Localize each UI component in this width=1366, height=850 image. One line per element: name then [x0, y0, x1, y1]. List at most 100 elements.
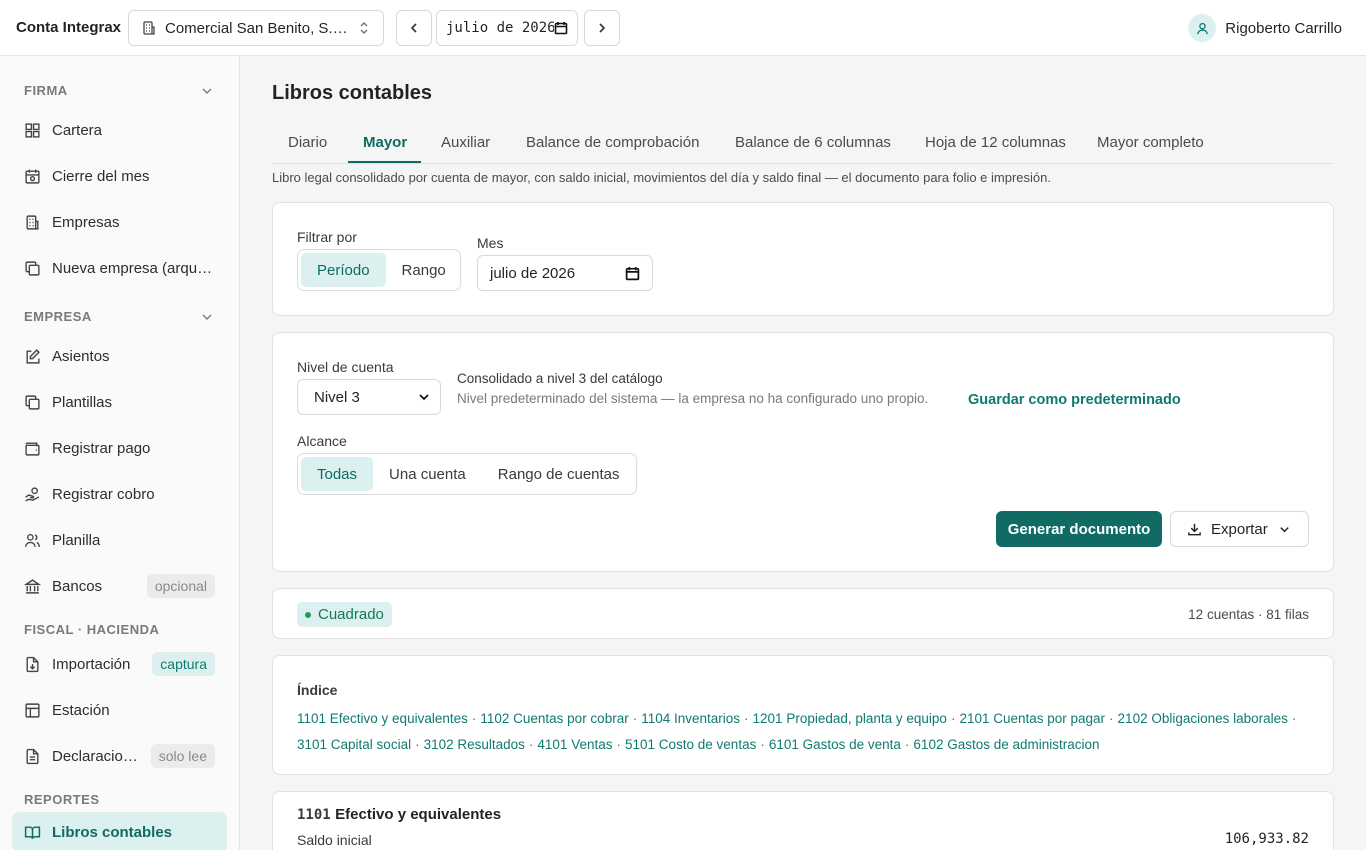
user-menu[interactable]: Rigoberto Carrillo — [1188, 14, 1342, 42]
scope-option-rango-cuentas[interactable]: Rango de cuentas — [482, 457, 636, 491]
export-label: Exportar — [1211, 520, 1268, 538]
sidebar: FIRMA Cartera Cierre del mes Empresas Nu… — [0, 56, 240, 850]
tab-balance-6-columnas[interactable]: Balance de 6 columnas — [735, 134, 891, 151]
sidebar-item-cartera[interactable]: Cartera — [12, 110, 227, 150]
filter-card: Filtrar por Período Rango Mes julio de 2… — [272, 202, 1334, 316]
sidebar-item-nueva-empresa[interactable]: Nueva empresa (arque… — [12, 248, 227, 288]
top-bar: Conta Integrax Comercial San Benito, S.…… — [0, 0, 1366, 56]
sidebar-item-empresas[interactable]: Empresas — [12, 202, 227, 242]
index-link[interactable]: 1101 Efectivo y equivalentes — [297, 711, 468, 726]
file-text-icon — [26, 748, 39, 764]
next-month-button[interactable] — [584, 10, 620, 46]
account-heading: 1101 Efectivo y equivalentes — [297, 806, 501, 824]
scope-option-una-cuenta[interactable]: Una cuenta — [373, 457, 482, 491]
status-card: Cuadrado 12 cuentas · 81 filas — [272, 588, 1334, 639]
sidebar-item-cierre-del-mes[interactable]: Cierre del mes — [12, 156, 227, 196]
optional-badge: opcional — [146, 574, 215, 598]
hand-coins-icon — [25, 486, 40, 501]
account-code: 1101 — [297, 807, 331, 823]
tab-balance-comprobacion[interactable]: Balance de comprobación — [526, 134, 699, 151]
sidebar-item-registrar-cobro[interactable]: Registrar cobro — [12, 474, 227, 514]
tab-diario[interactable]: Diario — [288, 134, 327, 151]
copy-icon — [25, 260, 40, 276]
filter-option-periodo[interactable]: Período — [301, 253, 386, 287]
scope-option-todas[interactable]: Todas — [301, 457, 374, 491]
section-empresa[interactable]: EMPRESA — [24, 309, 214, 324]
status-dot — [305, 611, 311, 618]
index-link[interactable]: 3102 Resultados — [424, 737, 525, 752]
opening-balance-value: 106,933.82 — [1224, 831, 1309, 847]
sidebar-item-registrar-pago[interactable]: Registrar pago — [12, 428, 227, 468]
generate-document-button[interactable]: Generar documento — [996, 511, 1162, 547]
section-fiscal-hacienda: FISCAL · HACIENDA — [24, 622, 160, 637]
company-name: Comercial San Benito, S.… — [165, 19, 348, 37]
index-link[interactable]: 6102 Gastos de administracion — [913, 737, 1099, 752]
tab-mayor[interactable]: Mayor — [363, 134, 407, 151]
level-select[interactable]: Nivel 3 — [297, 379, 441, 415]
tab-auxiliar[interactable]: Auxiliar — [441, 134, 490, 151]
user-icon — [1196, 22, 1208, 34]
calendar-icon — [554, 22, 568, 35]
section-reportes: REPORTES — [24, 792, 100, 807]
sidebar-item-plantillas[interactable]: Plantillas — [12, 382, 227, 422]
company-selector[interactable]: Comercial San Benito, S.… — [128, 10, 384, 46]
building-icon — [143, 21, 155, 35]
index-link[interactable]: 6101 Gastos de venta — [769, 737, 901, 752]
download-icon — [1188, 523, 1201, 535]
level-value: Nivel 3 — [314, 388, 360, 406]
index-link[interactable]: 1104 Inventarios — [641, 711, 740, 726]
tab-bar: Diario Mayor Auxiliar Balance de comprob… — [272, 122, 1334, 164]
sidebar-item-bancos[interactable]: Bancos opcional — [12, 566, 227, 606]
section-firma[interactable]: FIRMA — [24, 83, 214, 98]
read-only-badge: solo lee — [150, 744, 215, 768]
bank-icon — [24, 578, 41, 594]
index-link[interactable]: 1201 Propiedad, planta y equipo — [753, 711, 947, 726]
scope-toggle: Todas Una cuenta Rango de cuentas — [297, 453, 637, 495]
options-card: Nivel de cuenta Nivel 3 Consolidado a ni… — [272, 332, 1334, 572]
index-links: 1101 Efectivo y equivalentes · 1102 Cuenta… — [297, 711, 1297, 752]
index-link[interactable]: 5101 Costo de ventas — [625, 737, 756, 752]
tab-mayor-completo[interactable]: Mayor completo — [1097, 134, 1204, 151]
previous-month-button[interactable] — [396, 10, 432, 46]
export-button[interactable]: Exportar — [1170, 511, 1309, 547]
scope-label: Alcance — [297, 433, 347, 449]
row-counts: 12 cuentas · 81 filas — [1188, 607, 1309, 622]
page-description: Libro legal consolidado por cuenta de ma… — [272, 170, 1051, 185]
users-icon — [24, 533, 41, 547]
filter-option-rango[interactable]: Rango — [386, 253, 462, 287]
active-tab-indicator — [348, 161, 421, 163]
index-link[interactable]: 2102 Obligaciones laborales — [1118, 711, 1288, 726]
top-month-input[interactable]: julio de 2026 — [436, 10, 578, 46]
chevron-down-icon — [202, 88, 212, 94]
status-text: Cuadrado — [318, 606, 384, 623]
index-link[interactable]: 2101 Cuentas por pagar — [959, 711, 1105, 726]
sidebar-item-planilla[interactable]: Planilla — [12, 520, 227, 560]
calendar-icon — [25, 169, 40, 184]
wallet-icon — [25, 441, 40, 456]
book-open-icon — [24, 825, 41, 839]
building-icon — [26, 214, 39, 230]
sidebar-item-importacion[interactable]: Importación captura — [12, 644, 227, 684]
save-default-link[interactable]: Guardar como predeterminado — [968, 392, 1181, 408]
index-link[interactable]: 3101 Capital social — [297, 737, 411, 752]
month-value: julio de 2026 — [490, 264, 576, 282]
month-input[interactable]: julio de 2026 — [477, 255, 653, 291]
main-content: Libros contables Diario Mayor Auxiliar B… — [240, 56, 1366, 850]
level-note-title: Consolidado a nivel 3 del catálogo — [457, 371, 663, 386]
account-name: Efectivo y equivalentes — [335, 806, 502, 823]
level-note-subtitle: Nivel predeterminado del sistema — la em… — [457, 391, 929, 406]
table-icon — [25, 702, 40, 718]
sidebar-item-asientos[interactable]: Asientos — [12, 336, 227, 376]
file-import-icon — [26, 656, 39, 672]
sidebar-item-estacion[interactable]: Estación — [12, 690, 227, 730]
index-link[interactable]: 1102 Cuentas por cobrar — [480, 711, 628, 726]
index-link[interactable]: 4101 Ventas — [537, 737, 612, 752]
sidebar-item-declaraciones[interactable]: Declaracio… solo lee — [12, 736, 227, 776]
index-card: Índice 1101 Efectivo y equivalentes · 1102… — [272, 655, 1334, 775]
user-name: Rigoberto Carrillo — [1225, 19, 1342, 37]
chevron-down-icon — [202, 314, 212, 320]
sidebar-item-libros-contables[interactable]: Libros contables — [12, 812, 227, 850]
chevron-right-icon — [599, 23, 606, 33]
page-title: Libros contables — [272, 82, 433, 104]
tab-hoja-12-columnas[interactable]: Hoja de 12 columnas — [925, 134, 1066, 151]
